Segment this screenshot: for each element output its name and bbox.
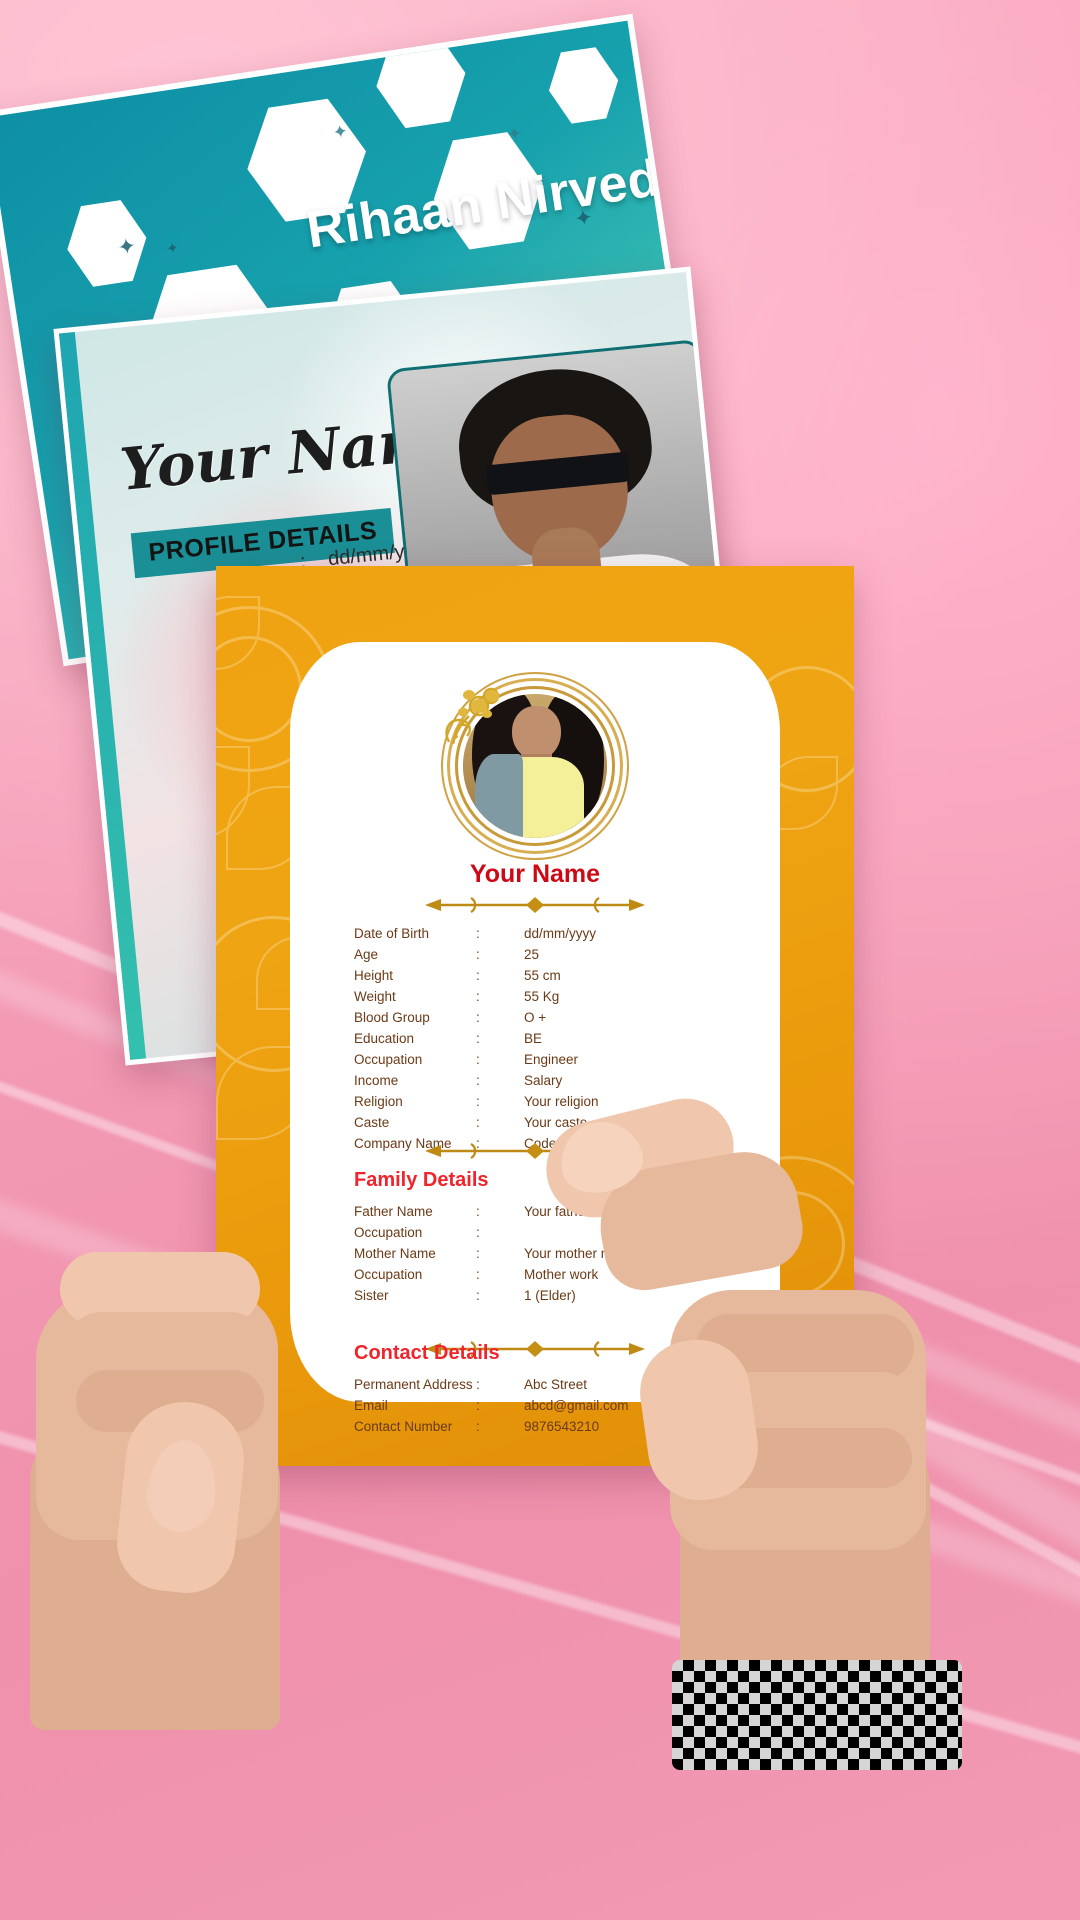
detail-colon: : xyxy=(476,1094,480,1109)
detail-row: Age: 25 xyxy=(354,947,754,968)
detail-row: Date of Birth: dd/mm/yyyy xyxy=(354,926,754,947)
detail-label: Caste xyxy=(354,1115,390,1130)
detail-value: 55 cm xyxy=(524,968,561,983)
family-details-title: Family Details xyxy=(354,1169,489,1191)
right-hand xyxy=(536,1088,1040,1770)
photo-dupatta xyxy=(474,754,524,838)
detail-label: Mother Name xyxy=(354,1246,436,1261)
detail-value: BE xyxy=(524,1031,543,1046)
detail-label: Occupation xyxy=(354,1225,423,1240)
detail-colon: : xyxy=(476,1010,480,1025)
detail-colon: : xyxy=(476,1377,480,1392)
detail-label: Height xyxy=(354,968,394,983)
star-icon: ✦ xyxy=(505,122,524,145)
orange-card-name: Your Name xyxy=(469,860,601,888)
detail-label: Occupation xyxy=(354,1052,423,1067)
detail-row: Income: Salary xyxy=(354,1073,754,1094)
detail-colon: : xyxy=(476,1288,480,1303)
detail-colon: : xyxy=(476,926,480,941)
photo-face xyxy=(511,705,561,761)
detail-value: 25 xyxy=(524,947,540,962)
hexagon-decoration xyxy=(61,195,153,291)
detail-value: Salary xyxy=(524,1073,563,1088)
detail-label: Income xyxy=(354,1073,399,1088)
star-icon: ✦ xyxy=(115,232,138,261)
detail-colon: : xyxy=(476,1419,480,1434)
detail-row: Blood Group: O + xyxy=(354,1010,754,1031)
detail-colon: : xyxy=(476,947,480,962)
detail-value: dd/mm/yyyy xyxy=(524,926,597,941)
detail-colon: : xyxy=(476,1115,480,1130)
shirt-cuff xyxy=(672,1660,962,1770)
detail-label: Contact Number xyxy=(354,1419,453,1434)
detail-label: Occupation xyxy=(354,1267,423,1282)
detail-colon: : xyxy=(476,1052,480,1067)
detail-row: Weight: 55 Kg xyxy=(354,989,754,1010)
detail-label: Weight xyxy=(354,989,396,1004)
detail-label: Blood Group xyxy=(354,1010,430,1025)
detail-colon: : xyxy=(476,1031,480,1046)
contact-details-title: Contact Details xyxy=(354,1342,500,1364)
detail-label: Religion xyxy=(354,1094,403,1109)
detail-value: O + xyxy=(524,1010,547,1025)
detail-row: Education: BE xyxy=(354,1031,754,1052)
hexagon-decoration xyxy=(543,43,623,128)
left-finger xyxy=(68,1312,264,1378)
star-icon: ✦ xyxy=(165,239,181,259)
detail-colon: : xyxy=(476,1204,480,1219)
detail-colon: : xyxy=(476,1246,480,1261)
detail-label: Date of Birth xyxy=(354,926,430,941)
detail-colon: : xyxy=(476,1073,480,1088)
detail-colon: : xyxy=(476,1267,480,1282)
detail-colon: : xyxy=(476,1398,480,1413)
detail-colon: : xyxy=(476,1225,480,1240)
detail-label: Sister xyxy=(354,1288,389,1303)
ornamental-divider xyxy=(425,896,645,914)
detail-label: Father Name xyxy=(354,1204,433,1219)
detail-row: Height: 55 cm xyxy=(354,968,754,989)
orange-card-photo-frame xyxy=(445,686,615,846)
detail-label: Education xyxy=(354,1031,415,1046)
star-icon: ✦ xyxy=(331,120,350,143)
detail-label: Permanent Address xyxy=(354,1377,473,1392)
detail-colon: : xyxy=(476,968,480,983)
left-hand xyxy=(10,1140,340,1730)
detail-row: Occupation: Engineer xyxy=(354,1052,754,1073)
gold-floral-icon xyxy=(445,687,500,745)
detail-value: Engineer xyxy=(524,1052,579,1067)
detail-value: 55 Kg xyxy=(524,989,560,1004)
detail-label: Email xyxy=(354,1398,388,1413)
detail-label: Age xyxy=(354,947,379,962)
detail-colon: : xyxy=(476,989,480,1004)
